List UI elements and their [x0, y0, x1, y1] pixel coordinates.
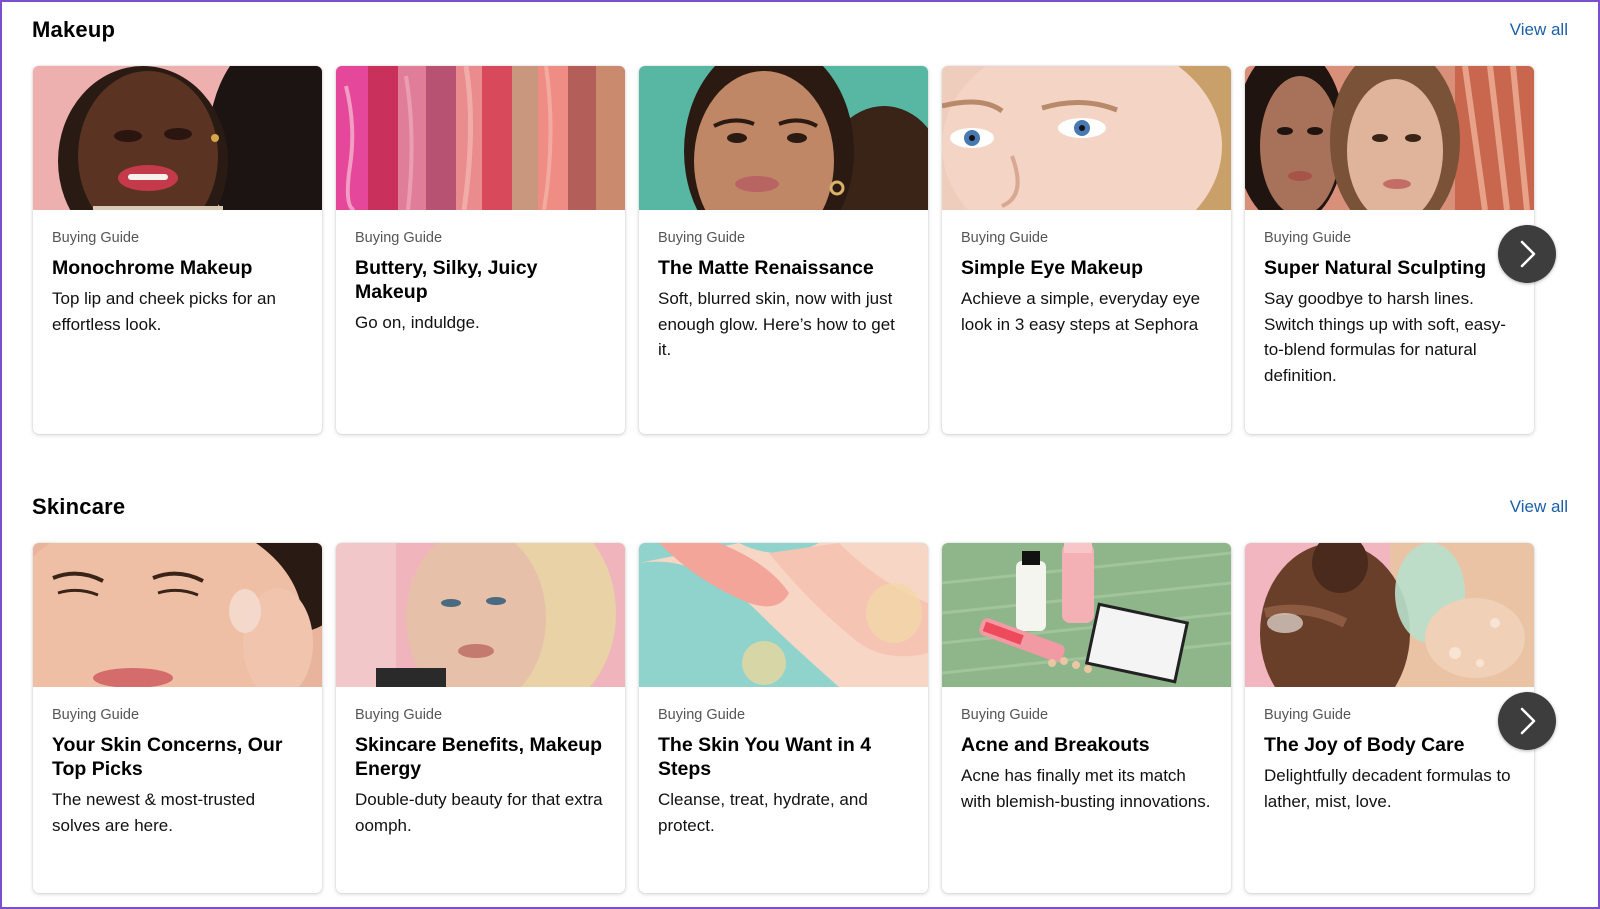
makeup-section-header: Makeup View all	[32, 10, 1568, 50]
chevron-right-icon	[1520, 240, 1536, 268]
skincare-section-header: Skincare View all	[32, 487, 1568, 527]
card-title: The Matte Renaissance	[658, 257, 874, 279]
article-card[interactable]: Buying Guide The Joy of Body Care Deligh…	[1245, 543, 1534, 893]
card-image	[942, 66, 1231, 210]
card-description: Say goodbye to harsh lines. Switch thing…	[1264, 289, 1506, 385]
article-card[interactable]: Buying Guide Skincare Benefits, Makeup E…	[336, 543, 625, 893]
card-title: Monochrome Makeup	[52, 257, 253, 279]
card-image	[942, 543, 1231, 687]
card-description: Top lip and cheek picks for an effortles…	[52, 289, 276, 334]
card-title: The Skin You Want in 4 Steps	[658, 734, 872, 780]
article-card[interactable]: Buying Guide The Skin You Want in 4 Step…	[639, 543, 928, 893]
card-title: The Joy of Body Care	[1264, 734, 1465, 756]
card-kicker: Buying Guide	[52, 230, 140, 246]
card-kicker: Buying Guide	[658, 707, 746, 723]
view-all-link[interactable]: View all	[1510, 20, 1568, 40]
card-image	[33, 543, 322, 687]
view-all-link[interactable]: View all	[1510, 497, 1568, 517]
card-title: Your Skin Concerns, Our Top Picks	[52, 734, 283, 780]
carousel-next-button[interactable]	[1498, 225, 1556, 283]
card-description: The newest & most-trusted solves are her…	[52, 790, 256, 835]
card-image	[1245, 66, 1534, 210]
chevron-right-icon	[1520, 707, 1536, 735]
card-kicker: Buying Guide	[961, 707, 1049, 723]
card-kicker: Buying Guide	[355, 707, 443, 723]
section-title: Skincare	[32, 494, 126, 519]
card-description: Acne has finally met its match with blem…	[961, 766, 1211, 811]
card-kicker: Buying Guide	[658, 230, 746, 246]
card-image	[336, 66, 625, 210]
card-description: Cleanse, treat, hydrate, and protect.	[658, 790, 868, 835]
skincare-card-row: Buying Guide Your Skin Concerns, Our Top…	[33, 543, 1534, 893]
article-card[interactable]: Buying Guide Buttery, Silky, Juicy Makeu…	[336, 66, 625, 434]
card-title: Buttery, Silky, Juicy Makeup	[355, 257, 538, 303]
article-card[interactable]: Buying Guide Your Skin Concerns, Our Top…	[33, 543, 322, 893]
card-kicker: Buying Guide	[1264, 707, 1352, 723]
card-kicker: Buying Guide	[355, 230, 443, 246]
card-kicker: Buying Guide	[52, 707, 140, 723]
card-image	[639, 543, 928, 687]
section-title: Makeup	[32, 17, 116, 42]
article-card[interactable]: Buying Guide Monochrome Makeup Top lip a…	[33, 66, 322, 434]
card-image	[336, 543, 625, 687]
card-description: Soft, blurred skin, now with just enough…	[658, 289, 895, 359]
card-image	[1245, 543, 1534, 687]
article-card[interactable]: Buying Guide Acne and Breakouts Acne has…	[942, 543, 1231, 893]
card-title: Acne and Breakouts	[961, 734, 1150, 756]
carousel-next-button[interactable]	[1498, 692, 1556, 750]
card-description: Double-duty beauty for that extra oomph.	[355, 790, 603, 835]
card-kicker: Buying Guide	[1264, 230, 1352, 246]
card-title: Simple Eye Makeup	[961, 257, 1144, 279]
card-description: Achieve a simple, everyday eye look in 3…	[961, 289, 1201, 334]
article-card[interactable]: Buying Guide The Matte Renaissance Soft,…	[639, 66, 928, 434]
article-card[interactable]: Buying Guide Simple Eye Makeup Achieve a…	[942, 66, 1231, 434]
card-description: Go on, induldge.	[355, 313, 480, 332]
makeup-card-row: Buying Guide Monochrome Makeup Top lip a…	[33, 66, 1534, 434]
card-kicker: Buying Guide	[961, 230, 1049, 246]
card-image	[639, 66, 928, 210]
card-title: Skincare Benefits, Makeup Energy	[355, 734, 603, 780]
card-title: Super Natural Sculpting	[1264, 257, 1487, 279]
card-image	[33, 66, 322, 210]
article-card[interactable]: Buying Guide Super Natural Sculpting Say…	[1245, 66, 1534, 434]
card-description: Delightfully decadent formulas to lather…	[1264, 766, 1511, 811]
